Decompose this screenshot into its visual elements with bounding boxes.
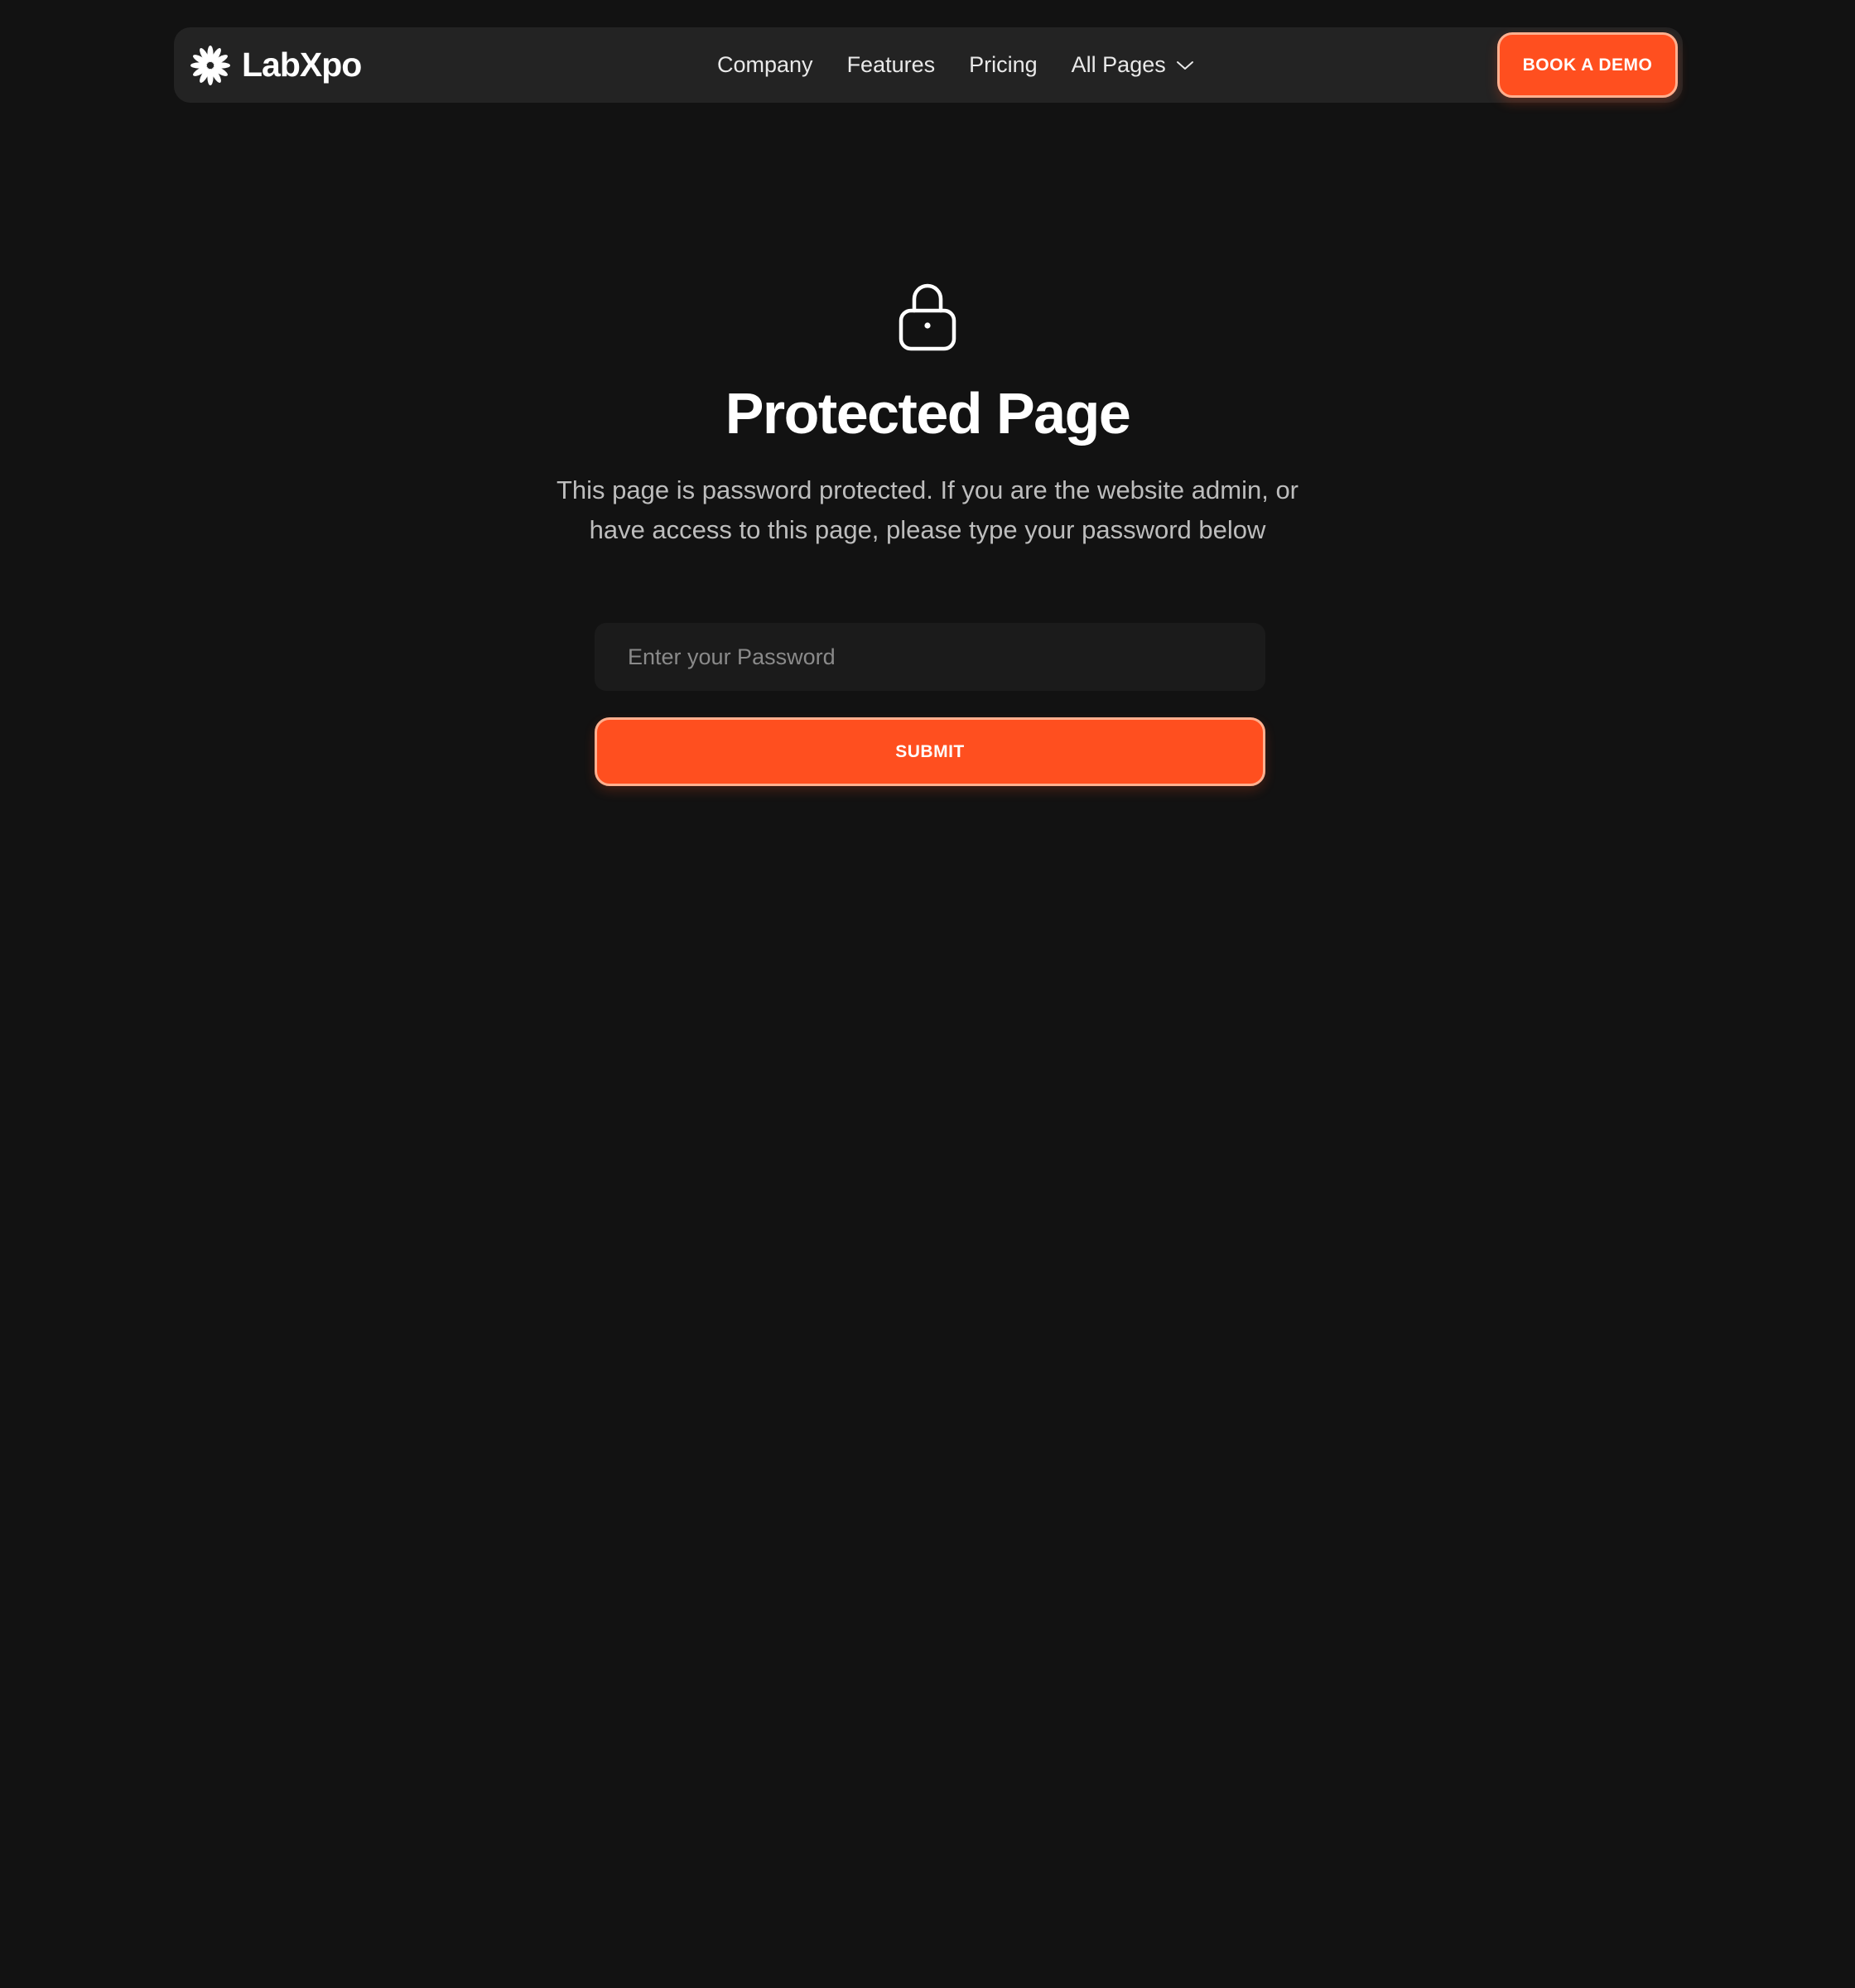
nav-link-label: Pricing <box>969 52 1038 77</box>
book-demo-button[interactable]: BOOK A DEMO <box>1497 32 1678 98</box>
nav-dropdown-all-pages[interactable]: All Pages <box>1072 52 1194 78</box>
chevron-down-icon <box>1176 60 1193 70</box>
nav-link-label: All Pages <box>1071 52 1166 77</box>
navbar: LabXpo Company Features Pricing All Page… <box>174 27 1683 103</box>
nav-link-label: Company <box>717 52 813 77</box>
nav-link-pricing[interactable]: Pricing <box>969 52 1038 78</box>
page-description: This page is password protected. If you … <box>556 475 1299 544</box>
protected-page-content: Protected Page This page is password pro… <box>0 277 1855 550</box>
brand-name: LabXpo <box>242 46 362 84</box>
page-title: Protected Page <box>725 381 1131 446</box>
password-input[interactable] <box>595 623 1265 691</box>
main-nav: Company Features Pricing All Pages <box>717 27 1194 103</box>
brand-logo[interactable]: LabXpo <box>189 27 362 103</box>
nav-link-label: Features <box>846 52 936 77</box>
lock-icon <box>898 277 957 352</box>
asterisk-flower-icon <box>190 45 230 85</box>
nav-link-features[interactable]: Features <box>847 52 936 78</box>
submit-button[interactable]: SUBMIT <box>595 717 1265 786</box>
nav-link-company[interactable]: Company <box>717 52 813 78</box>
